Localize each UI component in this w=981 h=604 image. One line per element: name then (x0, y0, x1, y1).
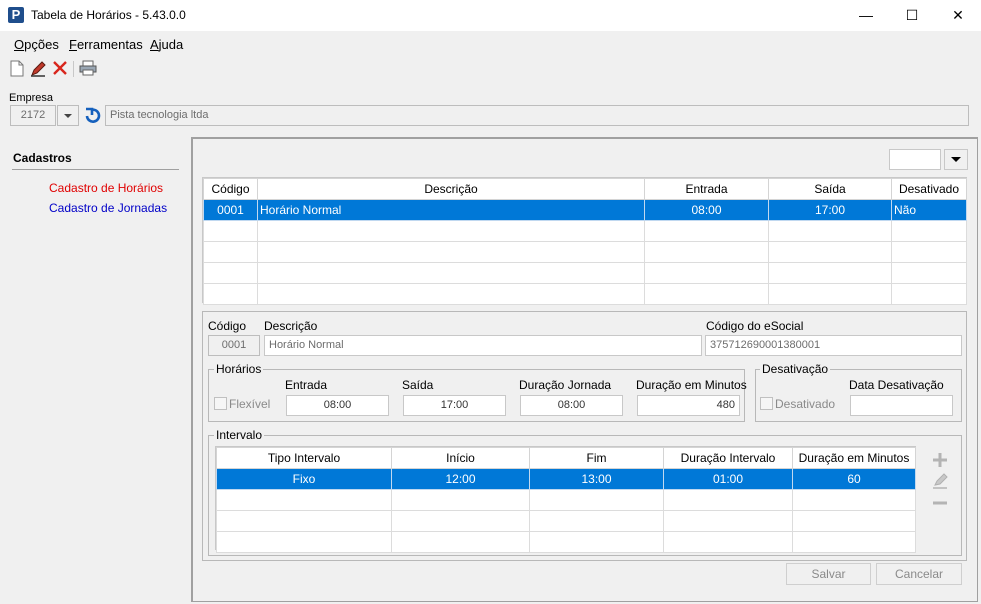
edit-pencil-icon[interactable] (29, 60, 47, 78)
cell-descricao: Horário Normal (257, 199, 645, 221)
empresa-name-field: Pista tecnologia ltda (105, 105, 969, 126)
esocial-label: Código do eSocial (706, 319, 804, 333)
cell-minutos: 60 (792, 468, 916, 490)
sidebar-divider (12, 169, 179, 170)
chevron-down-icon (951, 157, 961, 162)
cell-tipo: Fixo (216, 468, 392, 490)
edit-intervalo-button[interactable] (931, 472, 949, 490)
saida-field[interactable]: 17:00 (403, 395, 506, 416)
remove-intervalo-button[interactable] (931, 494, 949, 512)
intervalo-grid: Tipo Intervalo Início Fim Duração Interv… (215, 446, 916, 553)
cell-inicio: 12:00 (391, 468, 530, 490)
salvar-button[interactable]: Salvar (786, 563, 871, 585)
pencil-icon (933, 473, 948, 489)
cell-codigo: 0001 (203, 199, 258, 221)
column-header-fim[interactable]: Fim (529, 447, 664, 469)
desativado-label: Desativado (775, 397, 836, 411)
table-row[interactable] (203, 262, 967, 284)
menu-bar (0, 31, 981, 57)
cancelar-button[interactable]: Cancelar (876, 563, 962, 585)
minimize-button[interactable]: — (843, 0, 889, 31)
cell-saida: 17:00 (768, 199, 892, 221)
column-header-desativado[interactable]: Desativado (891, 178, 967, 200)
duracao-jornada-field[interactable]: 08:00 (520, 395, 623, 416)
menu-ajuda[interactable]: Ajuda (150, 37, 183, 52)
close-button[interactable]: ✕ (935, 0, 981, 31)
column-header-duracao-minutos[interactable]: Duração em Minutos (792, 447, 916, 469)
codigo-label: Código (208, 319, 247, 333)
window-title: Tabela de Horários - 5.43.0.0 (31, 8, 186, 22)
menu-opcoes[interactable]: Opções (14, 37, 59, 52)
saida-label: Saída (402, 378, 434, 392)
filter-combo[interactable] (889, 149, 941, 170)
column-header-descricao[interactable]: Descrição (257, 178, 645, 200)
column-header-saida[interactable]: Saída (768, 178, 892, 200)
chevron-down-icon (64, 114, 72, 118)
cell-entrada: 08:00 (644, 199, 769, 221)
column-header-entrada[interactable]: Entrada (644, 178, 769, 200)
sidebar-title: Cadastros (13, 151, 72, 165)
duracao-jornada-label: Duração Jornada (519, 378, 612, 392)
minimize-icon: — (859, 7, 873, 23)
column-header-codigo[interactable]: Código (203, 178, 258, 200)
duracao-minutos-field[interactable]: 480 (637, 395, 740, 416)
toolbar-separator (73, 61, 74, 77)
column-header-duracao-intervalo[interactable]: Duração Intervalo (663, 447, 793, 469)
esocial-field[interactable]: 375712690001380001 (705, 335, 962, 356)
table-row[interactable] (203, 220, 967, 242)
new-document-icon[interactable] (8, 60, 26, 78)
app-logo-icon: P (8, 7, 24, 23)
cell-duracao: 01:00 (663, 468, 793, 490)
table-row[interactable] (216, 510, 916, 532)
grid-header-row: Tipo Intervalo Início Fim Duração Interv… (216, 447, 916, 469)
sidebar-item-cadastro-horarios[interactable]: Cadastro de Horários (49, 181, 163, 195)
maximize-icon: ☐ (905, 7, 919, 23)
refresh-icon[interactable] (83, 106, 103, 126)
filter-dropdown-button[interactable] (944, 149, 968, 170)
entrada-label: Entrada (285, 378, 328, 392)
data-desativacao-label: Data Desativação (849, 378, 944, 392)
flexivel-checkbox[interactable] (214, 397, 227, 410)
desativado-checkbox[interactable] (760, 397, 773, 410)
maximize-button[interactable]: ☐ (889, 0, 935, 31)
table-row[interactable]: 0001 Horário Normal 08:00 17:00 Não (203, 199, 967, 221)
menu-ferramentas[interactable]: Ferramentas (69, 37, 143, 52)
table-row[interactable] (216, 531, 916, 553)
entrada-field[interactable]: 08:00 (286, 395, 389, 416)
close-icon: ✕ (952, 7, 964, 23)
data-desativacao-field[interactable] (850, 395, 953, 416)
table-row[interactable]: Fixo 12:00 13:00 01:00 60 (216, 468, 916, 490)
table-row[interactable] (216, 489, 916, 511)
table-row[interactable] (203, 283, 967, 305)
table-row[interactable] (203, 241, 967, 263)
flexivel-label: Flexível (229, 397, 271, 411)
column-header-tipo-intervalo[interactable]: Tipo Intervalo (216, 447, 392, 469)
column-header-inicio[interactable]: Início (391, 447, 530, 469)
print-icon[interactable] (79, 60, 97, 78)
empresa-code-field[interactable]: 2172 (10, 105, 56, 126)
cell-desativado: Não (891, 199, 967, 221)
desativacao-group-title: Desativação (760, 362, 831, 376)
sidebar-item-cadastro-jornadas[interactable]: Cadastro de Jornadas (49, 201, 167, 215)
horarios-grid: Código Descrição Entrada Saída Desativad… (202, 177, 967, 305)
cell-fim: 13:00 (529, 468, 664, 490)
add-intervalo-button[interactable] (931, 451, 949, 469)
minus-icon (933, 501, 947, 505)
descricao-field[interactable]: Horário Normal (264, 335, 702, 356)
codigo-field: 0001 (208, 335, 260, 356)
duracao-minutos-label: Duração em Minutos (636, 378, 747, 392)
empresa-label: Empresa (9, 92, 54, 104)
grid-header-row: Código Descrição Entrada Saída Desativad… (203, 178, 967, 200)
descricao-label: Descrição (264, 319, 318, 333)
intervalo-group-title: Intervalo (214, 428, 265, 442)
empresa-dropdown-button[interactable] (57, 105, 79, 126)
plus-icon (933, 453, 947, 467)
horarios-group-title: Horários (214, 362, 264, 376)
delete-x-icon[interactable] (51, 60, 69, 78)
